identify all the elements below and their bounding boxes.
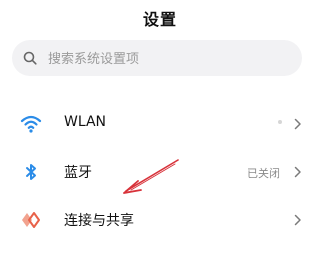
page-title: 设置 (142, 10, 177, 29)
chevron-right-icon (294, 166, 301, 178)
chevron-right-icon (294, 118, 301, 130)
wlan-network-indicator (278, 120, 282, 124)
settings-item-wlan[interactable]: WLAN (0, 104, 320, 144)
settings-item-connection-sharing[interactable]: 连接与共享 (0, 200, 320, 240)
search-icon (23, 51, 37, 65)
settings-item-label: WLAN (64, 114, 107, 130)
settings-item-label: 蓝牙 (64, 165, 92, 181)
connection-share-icon (22, 212, 40, 228)
bluetooth-status: 已关闭 (247, 167, 280, 180)
settings-item-label: 连接与共享 (64, 213, 134, 229)
wifi-icon (20, 115, 42, 133)
settings-item-bluetooth[interactable]: 蓝牙 已关闭 (0, 152, 320, 192)
search-input[interactable] (46, 48, 290, 70)
chevron-right-icon (294, 214, 301, 226)
search-bar[interactable] (12, 40, 302, 76)
bluetooth-icon (26, 164, 36, 180)
